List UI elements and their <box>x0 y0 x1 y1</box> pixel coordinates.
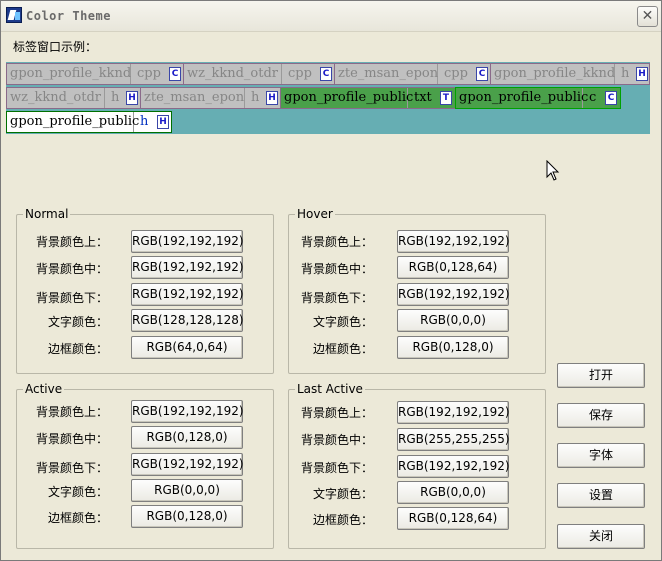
bg-top-label: 背景颜色上： <box>35 405 108 419</box>
tab-item[interactable]: wz_kknd_otdr cpp C <box>183 63 335 85</box>
mouse-cursor-icon <box>546 160 560 181</box>
border-color-label: 边框颜色： <box>312 513 373 527</box>
normal-bg-mid-color-button[interactable]: RGB(192,192,192) <box>131 256 244 279</box>
normal-bg-bottom-color-button[interactable]: RGB(192,192,192) <box>131 283 244 306</box>
last-active-bg-bottom-color-button[interactable]: RGB(192,192,192) <box>397 455 510 478</box>
hover-bg-bottom-color-button[interactable]: RGB(192,192,192) <box>397 283 510 306</box>
border-color-label: 边框颜色： <box>47 342 108 356</box>
text-color-label: 文字颜色： <box>312 487 373 501</box>
tab-name: gpon_profile_public <box>281 88 413 108</box>
last-active-bg-top-color-button[interactable]: RGB(192,192,192) <box>397 401 510 424</box>
tab-ext: cpp <box>444 66 468 81</box>
active-bg-bottom-color-button[interactable]: RGB(192,192,192) <box>131 453 244 476</box>
tab-ext: h <box>111 90 120 105</box>
tab-item-hover[interactable]: gpon_profile_public txt T <box>280 87 456 109</box>
header-file-icon: H <box>126 91 138 105</box>
tab-ext: h <box>621 66 630 81</box>
bg-top-label: 背景颜色上： <box>300 406 373 420</box>
cpp-file-icon: C <box>169 67 181 81</box>
tab-name: wz_kknd_otdr <box>7 88 105 108</box>
bg-mid-label: 背景颜色中： <box>35 432 108 446</box>
group-title: Last Active <box>295 382 365 396</box>
tab-ext: txt <box>414 90 432 105</box>
group-title: Hover <box>295 207 335 221</box>
app-icon <box>6 7 22 23</box>
hover-text-color-button[interactable]: RGB(0,0,0) <box>397 309 509 332</box>
tab-ext: c <box>589 90 597 105</box>
border-color-label: 边框颜色： <box>47 511 108 525</box>
hover-bg-mid-color-button[interactable]: RGB(0,128,64) <box>397 256 509 279</box>
tab-item[interactable]: gpon_profile_kknd cpp C <box>6 63 184 85</box>
last-active-text-color-button[interactable]: RGB(0,0,0) <box>397 481 509 504</box>
active-border-color-button[interactable]: RGB(0,128,0) <box>131 505 243 528</box>
text-file-icon: T <box>440 91 452 105</box>
close-button[interactable]: 关闭 <box>557 524 645 549</box>
tab-name: zte_msan_epon <box>335 64 438 84</box>
tab-item-hovered[interactable]: gpon_profile_public c C <box>455 87 621 109</box>
normal-text-color-button[interactable]: RGB(128,128,128) <box>131 309 244 332</box>
header-file-icon: H <box>266 91 278 105</box>
color-theme-window: Color Theme ✕ 标签窗口示例： gpon_profile_kknd … <box>0 0 662 561</box>
hover-bg-top-color-button[interactable]: RGB(192,192,192) <box>397 230 510 253</box>
tab-ext: h <box>251 90 260 105</box>
normal-bg-top-color-button[interactable]: RGB(192,192,192) <box>131 230 244 253</box>
window-title: Color Theme <box>26 9 111 23</box>
bg-bottom-label: 背景颜色下： <box>300 291 373 305</box>
bg-top-label: 背景颜色上： <box>35 235 108 249</box>
cpp-file-icon: C <box>320 67 332 81</box>
settings-button[interactable]: 设置 <box>557 483 645 508</box>
group-title: Normal <box>23 207 71 221</box>
bg-bottom-label: 背景颜色下： <box>35 461 108 475</box>
bg-mid-label: 背景颜色中： <box>300 262 373 276</box>
border-color-label: 边框颜色： <box>312 342 373 356</box>
tab-item[interactable]: wz_kknd_otdr h H <box>6 87 141 109</box>
save-button[interactable]: 保存 <box>557 403 645 428</box>
tab-item-active[interactable]: gpon_profile_public h H <box>6 111 172 133</box>
tab-name: gpon_profile_kknd <box>7 64 131 84</box>
tab-name: zte_msan_epon <box>141 88 245 108</box>
active-bg-top-color-button[interactable]: RGB(192,192,192) <box>131 400 244 423</box>
text-color-label: 文字颜色： <box>47 485 108 499</box>
header-file-icon: H <box>636 67 648 81</box>
bg-mid-label: 背景颜色中： <box>35 262 108 276</box>
active-text-color-button[interactable]: RGB(0,0,0) <box>131 479 243 502</box>
tab-ext: cpp <box>288 66 312 81</box>
normal-border-color-button[interactable]: RGB(64,0,64) <box>131 336 243 359</box>
tab-item[interactable]: zte_msan_epon cpp C <box>334 63 491 85</box>
last-active-border-color-button[interactable]: RGB(0,128,64) <box>397 507 509 530</box>
font-button[interactable]: 字体 <box>557 443 645 468</box>
header-file-icon: H <box>157 115 169 129</box>
tab-name: gpon_profile_public <box>7 112 139 132</box>
bg-bottom-label: 背景颜色下： <box>35 291 108 305</box>
tab-ext: h <box>140 114 149 129</box>
c-file-icon: C <box>605 91 617 105</box>
tab-name: gpon_profile_public <box>456 88 588 108</box>
group-title: Active <box>23 382 65 396</box>
tab-item[interactable]: zte_msan_epon h H <box>140 87 281 109</box>
tab-name: gpon_profile_kknd <box>491 64 615 84</box>
text-color-label: 文字颜色： <box>47 315 108 329</box>
tab-name: wz_kknd_otdr <box>184 64 282 84</box>
close-window-button[interactable]: ✕ <box>637 6 658 27</box>
bg-bottom-label: 背景颜色下： <box>300 461 373 475</box>
text-color-label: 文字颜色： <box>312 315 373 329</box>
active-bg-mid-color-button[interactable]: RGB(0,128,0) <box>131 426 243 449</box>
tab-preview-strip: gpon_profile_kknd cpp C wz_kknd_otdr cpp… <box>6 62 650 181</box>
tab-ext: cpp <box>137 66 161 81</box>
bg-mid-label: 背景颜色中： <box>300 433 373 447</box>
tabs-preview-label: 标签窗口示例： <box>13 40 98 54</box>
last-active-bg-mid-color-button[interactable]: RGB(255,255,255) <box>397 428 510 451</box>
cpp-file-icon: C <box>476 67 488 81</box>
hover-border-color-button[interactable]: RGB(0,128,0) <box>397 336 509 359</box>
title-bar[interactable]: Color Theme ✕ <box>1 1 661 32</box>
tab-item[interactable]: gpon_profile_kknd h H <box>490 63 650 85</box>
open-button[interactable]: 打开 <box>557 363 645 388</box>
bg-top-label: 背景颜色上： <box>300 235 373 249</box>
